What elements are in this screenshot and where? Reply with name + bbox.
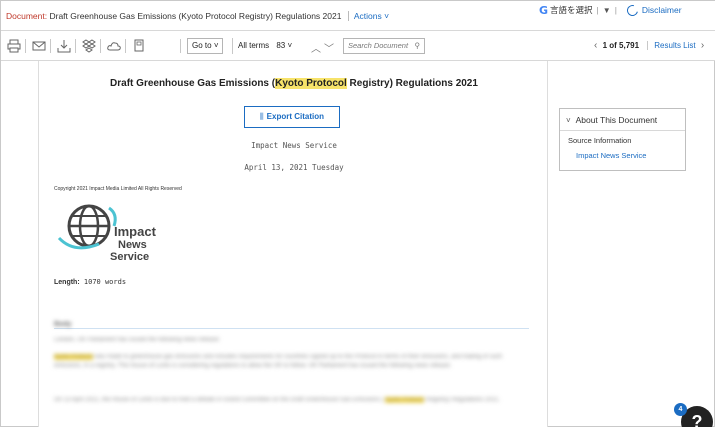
search-term-highlight: Kyoto Protocol	[275, 78, 347, 89]
source-information-label: Source Information	[568, 136, 632, 145]
language-dropdown-arrow[interactable]: ▼	[603, 6, 611, 15]
all-terms-dropdown[interactable]: All terms 83 ˅	[232, 38, 292, 54]
toolbar-divider	[100, 39, 101, 53]
dropbox-icon[interactable]	[82, 39, 96, 53]
body-section-heading: Body	[54, 313, 529, 329]
term-count: 83	[276, 41, 286, 50]
length-label: Length:	[54, 279, 80, 286]
source-link[interactable]: Impact News Service	[560, 145, 685, 160]
chevron-down-icon: ˅	[381, 11, 390, 21]
document-title-text: Draft Greenhouse Gas Emissions (Kyoto Pr…	[49, 11, 342, 21]
language-select[interactable]: 言語を選択	[550, 4, 593, 16]
toolbar-divider	[75, 39, 76, 53]
notification-badge: 4	[674, 403, 687, 416]
divider: |	[614, 5, 617, 15]
term-navigation: ︿﹀	[311, 40, 337, 55]
svg-text:News: News	[118, 239, 147, 251]
about-this-document-panel: ˅ About This Document Source Information…	[559, 108, 686, 171]
title-bar: Document: Draft Greenhouse Gas Emissions…	[1, 1, 715, 31]
search-placeholder: Search Document	[348, 41, 409, 50]
blurred-paragraph: Kyoto Protocol was made to greenhouse ga…	[54, 353, 529, 371]
chevron-down-icon: ˅	[566, 116, 571, 125]
all-terms-label: All terms	[238, 41, 270, 50]
about-panel-title: About This Document	[575, 115, 658, 125]
heading-part: Registry) Regulations 2021	[346, 78, 478, 89]
document-heading: Draft Greenhouse Gas Emissions (Kyoto Pr…	[39, 78, 549, 89]
impact-news-service-logo: Impact News Service	[54, 196, 164, 266]
previous-result-icon[interactable]: ‹	[594, 40, 597, 51]
toolbar-divider	[180, 39, 181, 53]
chevron-down-icon: ˅	[213, 41, 219, 50]
document-toolbar: Go to ˅ All terms 83 ˅ ︿﹀ Search Documen…	[1, 31, 715, 61]
document-label: Document:	[6, 11, 48, 21]
disclaimer-link[interactable]: Disclaimer	[642, 5, 682, 15]
go-to-dropdown[interactable]: Go to ˅	[187, 38, 224, 54]
document-body: Draft Greenhouse Gas Emissions (Kyoto Pr…	[38, 61, 548, 427]
body-label: Body	[54, 321, 72, 328]
actions-label: Actions	[353, 11, 382, 21]
result-pager: ‹ 1 of 5,791 Results List ›	[594, 40, 704, 51]
blurred-highlight: Kyoto Protocol	[385, 397, 425, 403]
copy-icon[interactable]	[132, 39, 146, 53]
document-viewer-window: Document: Draft Greenhouse Gas Emissions…	[0, 0, 715, 427]
source-name: Impact News Service	[251, 141, 337, 150]
previous-term-icon[interactable]: ︿	[311, 44, 324, 55]
blurred-highlight: Kyoto Protocol	[54, 354, 94, 360]
chevron-down-icon: ˅	[287, 41, 293, 50]
export-citation-label: Export Citation	[266, 112, 325, 121]
info-circle-icon	[624, 2, 640, 18]
blurred-text: was made to greenhouse gas emissions and…	[54, 354, 503, 369]
copyright-notice: Copyright 2021 Impact Media Limited All …	[54, 186, 182, 192]
svg-text:Service: Service	[110, 251, 149, 263]
results-list-link[interactable]: Results List	[647, 41, 696, 50]
language-selector-bar: G 言語を選択 | ▼ | Disclaimer	[539, 2, 682, 18]
email-icon[interactable]	[32, 39, 46, 53]
length-value: 1070 words	[83, 278, 127, 286]
document-title-line: Document: Draft Greenhouse Gas Emissions…	[6, 11, 390, 21]
toolbar-divider	[50, 39, 51, 53]
download-icon[interactable]	[57, 39, 71, 53]
next-term-icon[interactable]: ﹀	[324, 44, 337, 55]
pager-text: 1 of 5,791	[602, 41, 640, 50]
document-length: Length: 1070 words	[54, 278, 126, 286]
search-document-input[interactable]: Search Document ⚲	[343, 38, 425, 54]
blurred-text: Registry) Regulations 2021.	[425, 397, 500, 403]
export-citation-button[interactable]: ⫼ Export Citation	[244, 106, 340, 128]
citation-icon: ⫼	[259, 112, 264, 121]
about-panel-toggle[interactable]: ˅ About This Document	[560, 109, 685, 131]
blurred-paragraph: On 13 April 2021, the House of Lords is …	[54, 396, 529, 405]
blurred-text: On 13 April 2021, the House of Lords is …	[54, 397, 384, 403]
go-to-label: Go to	[192, 41, 212, 50]
divider: |	[596, 5, 599, 15]
print-icon[interactable]	[7, 39, 21, 53]
actions-menu[interactable]: Actions ˅	[347, 11, 390, 21]
blurred-paragraph: London, UK Parliament has issued the fol…	[54, 337, 221, 343]
svg-text:Impact: Impact	[114, 224, 157, 239]
heading-part: Draft Greenhouse Gas Emissions (	[110, 78, 276, 89]
publication-date: April 13, 2021 Tuesday	[244, 163, 344, 172]
cloud-icon[interactable]	[107, 39, 121, 53]
google-translate-icon: G	[539, 3, 549, 17]
toolbar-divider	[125, 39, 126, 53]
next-result-icon[interactable]: ›	[701, 40, 704, 51]
toolbar-divider	[25, 39, 26, 53]
search-icon[interactable]: ⚲	[415, 39, 421, 53]
